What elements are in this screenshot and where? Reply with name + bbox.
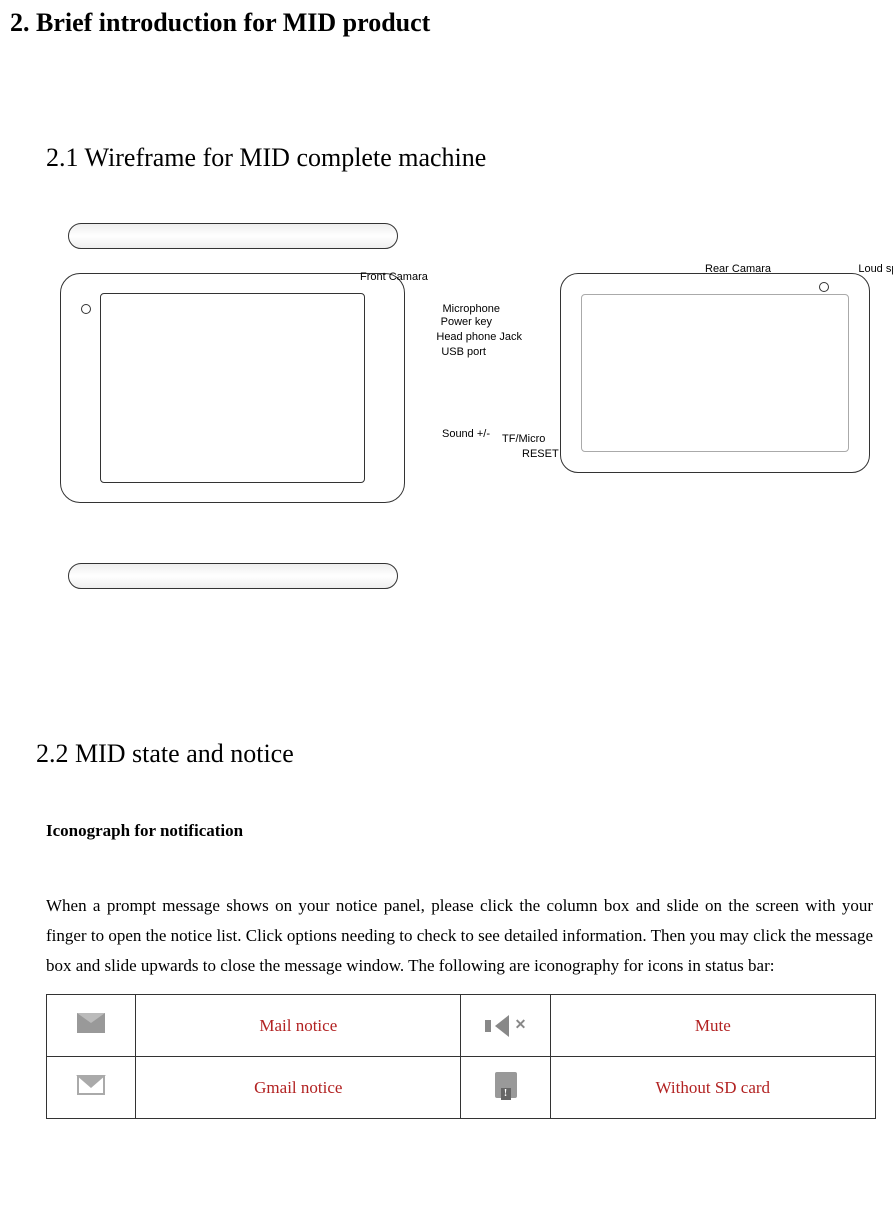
tablet-top-edge [68, 223, 398, 249]
tablet-bottom-edge [68, 563, 398, 589]
gmail-desc-cell: Gmail notice [136, 1057, 461, 1119]
label-microphone: Microphone [443, 303, 500, 315]
mute-icon-cell: ✕ [461, 995, 550, 1057]
mail-icon [77, 1013, 105, 1033]
table-row: Gmail notice Without SD card [47, 1057, 876, 1119]
label-usb: USB port [441, 346, 486, 358]
mail-desc-cell: Mail notice [136, 995, 461, 1057]
sd-card-icon [495, 1072, 517, 1098]
label-loud-speaker: Loud speaker [858, 263, 893, 275]
front-camera-dot [81, 304, 91, 314]
table-row: Mail notice ✕ Mute [47, 995, 876, 1057]
label-sound: Sound +/- [442, 428, 490, 440]
label-headphone: Head phone Jack [436, 331, 522, 343]
label-power-key: Power key [441, 316, 492, 328]
rear-camera-dot [819, 282, 829, 292]
wireframe-front-view: Front Camara Microphone Power key Head p… [60, 223, 440, 589]
mail-icon-cell [47, 995, 136, 1057]
label-front-camera: Front Camara [360, 271, 428, 283]
label-tf-micro: TF/Micro [502, 433, 545, 445]
wireframe-back-view: Rear Camara Loud speaker TF/Micro RESET [560, 223, 870, 589]
mute-desc-cell: Mute [550, 995, 875, 1057]
subsection-heading-state: 2.2 MID state and notice [36, 739, 883, 769]
label-reset: RESET [522, 448, 559, 460]
gmail-icon-cell [47, 1057, 136, 1119]
gmail-icon [77, 1075, 105, 1095]
icon-table: Mail notice ✕ Mute Gmail notice Without … [46, 994, 876, 1119]
wireframe-diagram: Front Camara Microphone Power key Head p… [60, 223, 883, 589]
subsection-heading-wireframe: 2.1 Wireframe for MID complete machine [46, 143, 883, 173]
iconograph-paragraph: When a prompt message shows on your noti… [46, 891, 873, 980]
iconograph-heading: Iconograph for notification [46, 821, 883, 841]
sd-icon-cell [461, 1057, 550, 1119]
section-heading: 2. Brief introduction for MID product [10, 0, 883, 38]
tablet-back-face [560, 273, 870, 473]
label-rear-camera: Rear Camara [705, 263, 771, 275]
mute-icon: ✕ [485, 1015, 527, 1037]
tablet-front-face [60, 273, 405, 503]
sd-desc-cell: Without SD card [550, 1057, 875, 1119]
tablet-screen [100, 293, 365, 483]
